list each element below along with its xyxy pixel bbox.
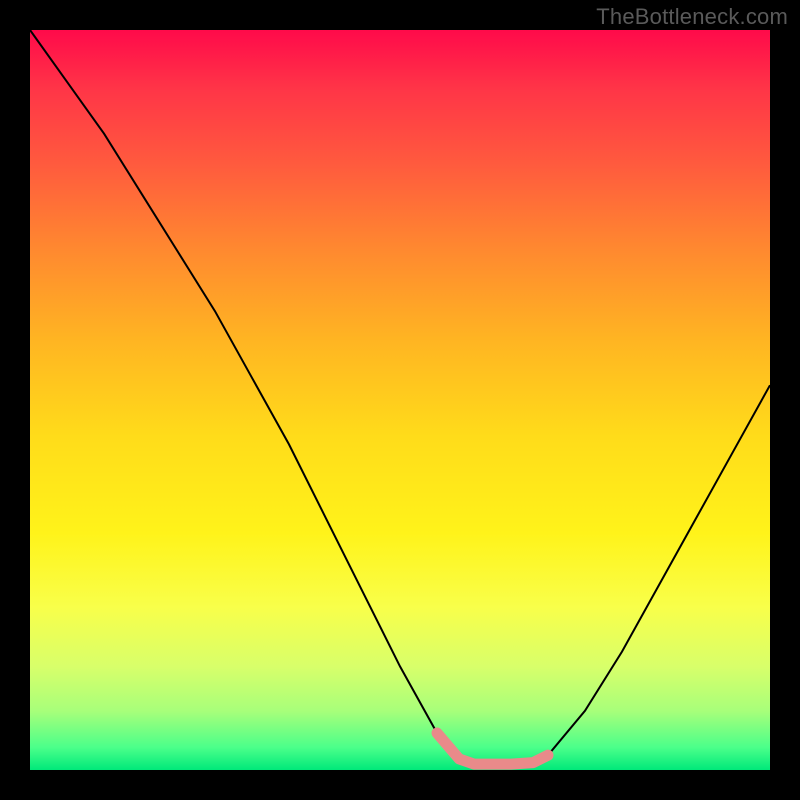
chart-frame: TheBottleneck.com [0, 0, 800, 800]
series-bottleneck-curve [30, 30, 770, 764]
chart-svg [30, 30, 770, 770]
watermark-text: TheBottleneck.com [596, 4, 788, 30]
plot-area [30, 30, 770, 770]
series-optimal-zone [437, 733, 548, 764]
